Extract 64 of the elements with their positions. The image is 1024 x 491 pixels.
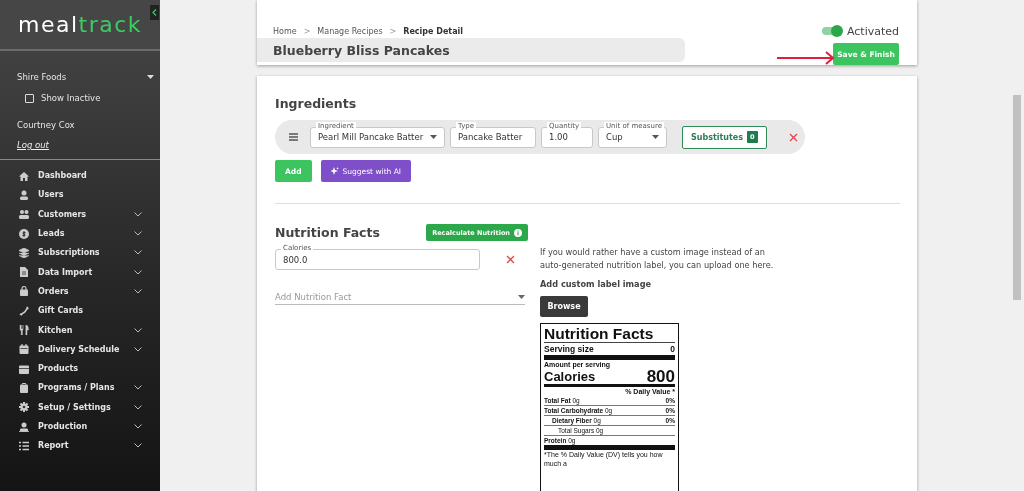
user-icon [19,189,29,200]
layers-icon [19,247,29,258]
calendar-icon [19,344,29,355]
organization-select[interactable]: Shire Foods [17,67,154,87]
arrow-icon [776,51,836,65]
checkbox-label: Show Inactive [41,93,101,103]
nav-item[interactable]: Customers [19,204,160,224]
chevron-left-icon [152,9,157,16]
clipboard-icon [19,382,29,393]
breadcrumb-separator: > [389,26,397,36]
browse-button[interactable]: Browse [540,296,588,317]
nav-item[interactable]: Users [19,185,160,205]
nav-item[interactable]: Products [19,358,160,379]
nav-item[interactable]: Gift Cards [19,301,160,321]
recipe-title: Blueberry Bliss Pancakes [257,38,685,62]
gear-icon [19,402,29,413]
close-icon[interactable] [506,255,515,264]
nav-item[interactable]: Programs / Plans [19,378,160,398]
organization-name: Shire Foods [17,72,67,82]
close-icon[interactable] [788,132,798,142]
nav-item[interactable]: Subscriptions [19,243,160,263]
caret-down-icon [652,135,659,139]
label-value: 800 [646,369,675,384]
nav-item[interactable]: Production [19,416,160,437]
toggle-switch[interactable] [821,27,842,35]
nav-item[interactable]: Data Import [19,262,160,282]
label-text: Calories [544,369,596,384]
home-icon [19,170,29,181]
logout-link[interactable]: Log out [17,140,49,150]
info-icon [514,228,522,237]
user-name: Courtney Cox [17,119,76,132]
nav-item[interactable]: Leads [19,223,160,244]
breadcrumb-current: Recipe Detail [403,26,464,36]
breadcrumb-separator: > [303,26,311,36]
label-value: 0 [670,343,675,355]
users-icon [19,209,29,220]
section-heading: Nutrition Facts [275,225,380,240]
sparkle-icon [330,167,339,175]
breadcrumb-link[interactable]: Manage Recipes [317,26,383,36]
caret-down-icon [430,135,437,139]
caret-down-icon [518,295,525,299]
user-icon [19,421,29,432]
utensils-icon [19,325,29,335]
label-title: Nutrition Facts [544,326,675,343]
toggle-label: Activated [846,24,899,38]
nav-item[interactable]: Report [19,436,160,456]
section-heading: Ingredients [275,96,358,111]
menu-icon[interactable] [289,133,298,141]
nav-item[interactable]: Dashboard [19,166,160,186]
box-icon [19,363,29,374]
collapse-button[interactable] [150,5,159,20]
help-text: If you would rather have a custom image instead of an auto-generated nutrition label, you can upload one here. [540,246,775,272]
breadcrumb-link[interactable]: Home [273,26,297,36]
bag-icon [19,286,29,297]
nav-item[interactable]: Setup / Settings [19,397,160,417]
nav-item[interactable]: Kitchen [19,320,160,340]
upload-label: Add custom label image [540,278,653,291]
checkbox[interactable] [25,93,34,103]
file-icon [19,267,29,278]
label-text: Serving size [544,343,594,355]
caret-down-icon [147,75,154,79]
list-icon [19,440,29,451]
nav-item[interactable]: Delivery Schedule [19,339,160,359]
nav-item[interactable]: Orders [19,281,160,302]
